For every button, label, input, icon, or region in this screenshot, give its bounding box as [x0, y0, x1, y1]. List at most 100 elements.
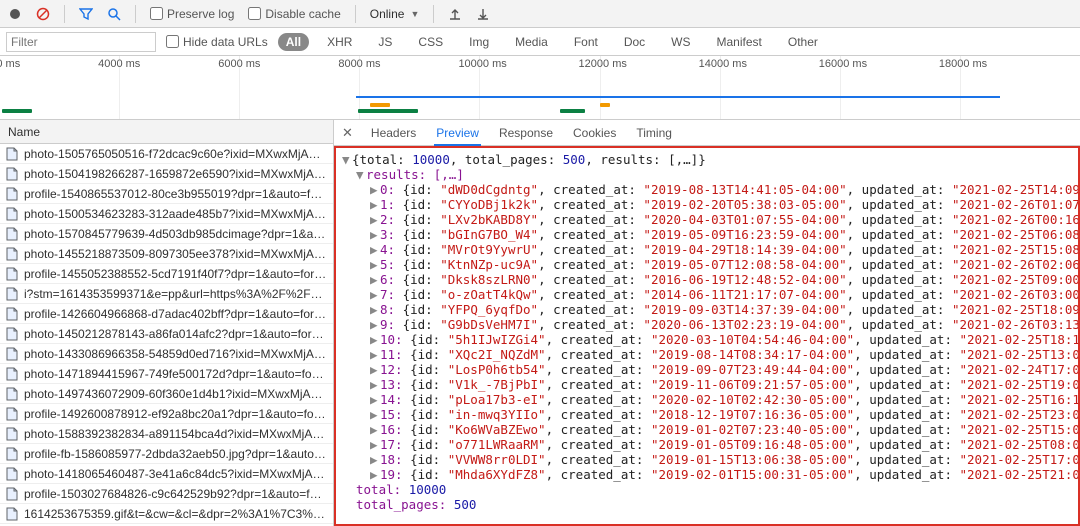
document-icon: [6, 367, 18, 381]
json-line[interactable]: ▶3: {id: "bGInG7BO_W4", created_at: "201…: [342, 227, 1072, 242]
close-icon[interactable]: ✕: [342, 125, 353, 141]
upload-icon[interactable]: [448, 7, 462, 21]
request-row[interactable]: profile-1540865537012-80ce3b955019?dpr=1…: [0, 184, 333, 204]
json-line[interactable]: ▶2: {id: "LXv2bKABD8Y", created_at: "202…: [342, 212, 1072, 227]
request-name: profile-fb-1586085977-2dbda32aeb50.jpg?d…: [24, 447, 327, 461]
json-line[interactable]: ▶7: {id: "o-zOatT4kQw", created_at: "201…: [342, 287, 1072, 302]
request-row[interactable]: photo-1500534623283-312aade485b7?ixid=MX…: [0, 204, 333, 224]
request-name: photo-1505765050516-f72dcac9c60e?ixid=MX…: [24, 147, 327, 161]
json-line[interactable]: ▶5: {id: "KtnNZp-uc9A", created_at: "201…: [342, 257, 1072, 272]
type-filter-doc[interactable]: Doc: [616, 33, 653, 51]
request-row[interactable]: photo-1570845779639-4d503db985dcimage?dp…: [0, 224, 333, 244]
tab-preview[interactable]: Preview: [434, 120, 481, 146]
separator: [64, 5, 65, 23]
request-name: profile-1455052388552-5cd7191f40f7?dpr=1…: [24, 267, 327, 281]
json-line[interactable]: ▼{total: 10000, total_pages: 500, result…: [342, 152, 1072, 167]
json-line[interactable]: ▶16: {id: "Ko6WVaBZEwo", created_at: "20…: [342, 422, 1072, 437]
type-filter-all[interactable]: All: [278, 33, 309, 51]
request-row[interactable]: profile-fb-1586085977-2dbda32aeb50.jpg?d…: [0, 444, 333, 464]
request-row[interactable]: photo-1450212878143-a86fa014afc2?dpr=1&a…: [0, 324, 333, 344]
request-list[interactable]: photo-1505765050516-f72dcac9c60e?ixid=MX…: [0, 144, 333, 526]
hide-data-urls-checkbox[interactable]: Hide data URLs: [166, 35, 268, 49]
filter-toggle-icon[interactable]: [79, 7, 93, 21]
download-icon[interactable]: [476, 7, 490, 21]
overview-tick-label: 18000 ms: [939, 58, 987, 70]
filter-input[interactable]: [6, 32, 156, 52]
document-icon: [6, 227, 18, 241]
json-line[interactable]: total: 10000: [342, 482, 1072, 497]
json-line[interactable]: ▶9: {id: "G9bDsVeHM7I", created_at: "202…: [342, 317, 1072, 332]
document-icon: [6, 447, 18, 461]
request-column-header[interactable]: Name: [0, 120, 333, 144]
request-row[interactable]: photo-1455218873509-8097305ee378?ixid=MX…: [0, 244, 333, 264]
document-icon: [6, 147, 18, 161]
search-icon[interactable]: [107, 7, 121, 21]
overview-mark: [560, 109, 585, 113]
json-line[interactable]: total_pages: 500: [342, 497, 1072, 512]
request-row[interactable]: photo-1418065460487-3e41a6c84dc5?ixid=MX…: [0, 464, 333, 484]
type-filter-other[interactable]: Other: [780, 33, 826, 51]
type-filter-font[interactable]: Font: [566, 33, 606, 51]
tab-timing[interactable]: Timing: [634, 120, 674, 146]
json-line[interactable]: ▶15: {id: "in-mwq3YIIo", created_at: "20…: [342, 407, 1072, 422]
request-row[interactable]: photo-1505765050516-f72dcac9c60e?ixid=MX…: [0, 144, 333, 164]
json-preview[interactable]: ▼{total: 10000, total_pages: 500, result…: [334, 146, 1080, 526]
request-row[interactable]: profile-1455052388552-5cd7191f40f7?dpr=1…: [0, 264, 333, 284]
overview-mark: [600, 103, 610, 107]
json-line[interactable]: ▶6: {id: "Dksk8szLRN0", created_at: "201…: [342, 272, 1072, 287]
overview-tick-label: 12000 ms: [579, 58, 627, 70]
clear-icon[interactable]: [36, 7, 50, 21]
request-row[interactable]: photo-1504198266287-1659872e6590?ixid=MX…: [0, 164, 333, 184]
json-line[interactable]: ▶13: {id: "V1k_-7BjPbI", created_at: "20…: [342, 377, 1072, 392]
json-line[interactable]: ▶11: {id: "XQc2I_NQZdM", created_at: "20…: [342, 347, 1072, 362]
filter-bar: Hide data URLs All XHR JS CSS Img Media …: [0, 28, 1080, 56]
tab-cookies[interactable]: Cookies: [571, 120, 618, 146]
chevron-down-icon: ▼: [410, 9, 419, 19]
overview-tick-label: 14000 ms: [699, 58, 747, 70]
json-line[interactable]: ▼results: [,…]: [342, 167, 1072, 182]
type-filter-ws[interactable]: WS: [663, 33, 698, 51]
json-line[interactable]: ▶18: {id: "VVWW8rr0LDI", created_at: "20…: [342, 452, 1072, 467]
json-line[interactable]: ▶8: {id: "YFPQ_6yqfDo", created_at: "201…: [342, 302, 1072, 317]
type-filter-css[interactable]: CSS: [410, 33, 451, 51]
separator: [355, 5, 356, 23]
json-line[interactable]: ▶19: {id: "Mhda6XYdFZ8", created_at: "20…: [342, 467, 1072, 482]
tab-headers[interactable]: Headers: [369, 120, 418, 146]
type-filter-img[interactable]: Img: [461, 33, 497, 51]
waterfall-overview[interactable]: 2000 ms4000 ms6000 ms8000 ms10000 ms1200…: [0, 56, 1080, 120]
type-filter-media[interactable]: Media: [507, 33, 556, 51]
json-line[interactable]: ▶10: {id: "5h1IJwIZGi4", created_at: "20…: [342, 332, 1072, 347]
separator: [135, 5, 136, 23]
disable-cache-checkbox[interactable]: Disable cache: [248, 7, 340, 21]
request-row[interactable]: profile-1426604966868-d7adac402bff?dpr=1…: [0, 304, 333, 324]
preserve-log-checkbox[interactable]: Preserve log: [150, 7, 234, 21]
request-name: photo-1497436072909-60f360e1d4b1?ixid=MX…: [24, 387, 327, 401]
json-line[interactable]: ▶17: {id: "o771LWRaaRM", created_at: "20…: [342, 437, 1072, 452]
type-filter-manifest[interactable]: Manifest: [709, 33, 770, 51]
request-row[interactable]: photo-1588392382834-a891154bca4d?ixid=MX…: [0, 424, 333, 444]
record-icon[interactable]: [8, 7, 22, 21]
request-name: i?stm=1614353599371&e=pp&url=https%3A%2F…: [24, 287, 327, 301]
request-row[interactable]: i?stm=1614353599371&e=pp&url=https%3A%2F…: [0, 284, 333, 304]
json-line[interactable]: ▶1: {id: "CYYoDBj1k2k", created_at: "201…: [342, 197, 1072, 212]
throttle-select[interactable]: Online ▼: [370, 7, 420, 21]
request-row[interactable]: profile-1492600878912-ef92a8bc20a1?dpr=1…: [0, 404, 333, 424]
request-row[interactable]: photo-1433086966358-54859d0ed716?ixid=MX…: [0, 344, 333, 364]
type-filter-js[interactable]: JS: [370, 33, 400, 51]
tab-response[interactable]: Response: [497, 120, 555, 146]
overview-tick-label: 8000 ms: [338, 58, 380, 70]
request-row[interactable]: photo-1497436072909-60f360e1d4b1?ixid=MX…: [0, 384, 333, 404]
document-icon: [6, 507, 18, 521]
request-row[interactable]: photo-1471894415967-749fe500172d?dpr=1&a…: [0, 364, 333, 384]
request-name: 1614253675359.gif&t=&cw=&cl=&dpr=2%3A1%7…: [24, 507, 327, 521]
request-row[interactable]: profile-1503027684826-c9c642529b92?dpr=1…: [0, 484, 333, 504]
request-row[interactable]: 1614253675359.gif&t=&cw=&cl=&dpr=2%3A1%7…: [0, 504, 333, 524]
json-line[interactable]: ▶0: {id: "dWD0dCgdntg", created_at: "201…: [342, 182, 1072, 197]
type-filter-xhr[interactable]: XHR: [319, 33, 360, 51]
json-line[interactable]: ▶4: {id: "MVrOt9YywrU", created_at: "201…: [342, 242, 1072, 257]
json-line[interactable]: ▶14: {id: "pLoa17b3-eI", created_at: "20…: [342, 392, 1072, 407]
network-toolbar: Preserve log Disable cache Online ▼: [0, 0, 1080, 28]
overview-tick: 18000 ms: [960, 56, 1080, 119]
overview-mark: [2, 109, 32, 113]
json-line[interactable]: ▶12: {id: "LosP0h6tb54", created_at: "20…: [342, 362, 1072, 377]
